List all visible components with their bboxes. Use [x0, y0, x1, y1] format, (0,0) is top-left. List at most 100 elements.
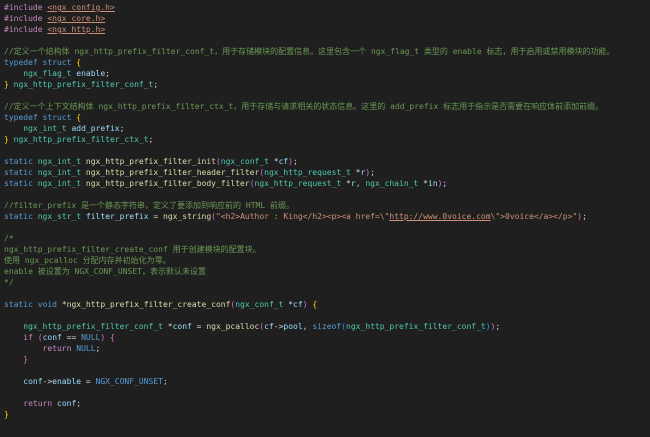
code-token: ; [293, 157, 298, 166]
code-token: in [427, 179, 438, 188]
code-token: * [57, 300, 67, 309]
code-token: cf [293, 300, 303, 309]
code-line[interactable] [0, 145, 650, 156]
code-token: { [76, 113, 82, 122]
code-token: conf [172, 322, 192, 331]
code-token: #include [4, 3, 48, 12]
code-line[interactable]: //定义一个上下文结构体 ngx_http_prefix_filter_ctx_… [0, 101, 650, 112]
code-line[interactable]: #include <ngx_config.h> [0, 2, 650, 13]
code-line[interactable]: ngx_http_prefix_filter_conf_t *conf = ng… [0, 321, 650, 332]
code-line[interactable]: if (conf == NULL) { [0, 332, 650, 343]
code-token: ; [148, 135, 154, 144]
code-line[interactable]: ngx_flag_t enable; [0, 68, 650, 79]
code-token: #include [4, 14, 48, 23]
code-token: ngx_http_request_t [254, 179, 342, 188]
code-line[interactable] [0, 35, 650, 46]
code-token: * [283, 300, 294, 309]
code-line[interactable] [0, 288, 650, 299]
code-line[interactable]: } [0, 409, 650, 420]
code-line[interactable]: /* [0, 233, 650, 244]
code-token: //定义一个结构体 ngx_http_prefix_filter_conf_t，… [4, 47, 615, 56]
code-token: -> [42, 377, 53, 386]
code-token: ngx_http_prefix_filter_init [85, 157, 216, 166]
code-token: ngx_http_prefix_filter_conf_t [346, 322, 486, 331]
code-editor[interactable]: #include <ngx_config.h> #include <ngx_cor… [0, 0, 650, 437]
code-token: ngx_http_prefix_filter_header_filter [85, 168, 260, 177]
code-token: } [23, 355, 29, 364]
code-line[interactable]: //filter_prefix 是一个静态字符串，定义了要添加到响应前的 HTM… [0, 200, 650, 211]
code-line[interactable] [0, 365, 650, 376]
code-token: = [191, 322, 207, 331]
code-token: NULL [76, 344, 96, 353]
code-token: ngx_int_t [37, 179, 82, 188]
code-token: ; [153, 80, 159, 89]
code-token: ngx_http_prefix_filter_create_conf [66, 300, 231, 309]
code-line[interactable]: } ngx_http_prefix_filter_ctx_t; [0, 134, 650, 145]
code-line[interactable]: enable 被设置为 NGX_CONF_UNSET，表示默认未设置 [0, 266, 650, 277]
code-token: { [110, 333, 115, 342]
code-line[interactable]: static ngx_int_t ngx_http_prefix_filter_… [0, 167, 650, 178]
code-token: struct [42, 113, 72, 122]
code-token: ngx_conf_t [220, 157, 269, 166]
code-token: ngx_chain_t [365, 179, 419, 188]
code-token: pool [283, 322, 303, 331]
code-token: NULL [81, 333, 101, 342]
code-token: struct [42, 58, 72, 67]
code-line[interactable]: 使用 ngx_pcalloc 分配内存并初始化为零。 [0, 255, 650, 266]
code-line[interactable]: static void *ngx_http_prefix_filter_crea… [0, 299, 650, 310]
code-line[interactable]: typedef struct { [0, 57, 650, 68]
code-token: * [341, 179, 351, 188]
code-token: "<h2>Author : King</h2><p><a href=\" [216, 212, 390, 221]
code-token: ; [76, 399, 82, 408]
code-token: == [61, 333, 82, 342]
code-token: cf [278, 157, 289, 166]
code-token: http://www.0voice.com [389, 212, 491, 221]
code-token: <ngx_http.h> [47, 25, 106, 34]
code-line[interactable]: } ngx_http_prefix_filter_conf_t; [0, 79, 650, 90]
code-line[interactable]: static ngx_int_t ngx_http_prefix_filter_… [0, 156, 650, 167]
code-line[interactable]: static ngx_str_t filter_prefix = ngx_str… [0, 211, 650, 222]
code-token: <ngx_config.h> [47, 3, 115, 12]
code-token: ngx_http_prefix_filter_conf_t [23, 322, 163, 331]
code-token: sizeof [312, 322, 342, 331]
code-token: ngx_int_t [37, 168, 82, 177]
code-token: return [42, 344, 72, 353]
code-token: <ngx_core.h> [47, 14, 106, 23]
code-token: //定义一个上下文结构体 ngx_http_prefix_filter_ctx_… [4, 102, 604, 111]
code-token: { [76, 58, 82, 67]
code-line[interactable] [0, 310, 650, 321]
code-line[interactable] [0, 222, 650, 233]
code-token: ngx_http_prefix_filter_body_filter [85, 179, 250, 188]
code-line[interactable]: return conf; [0, 398, 650, 409]
code-token: ; [105, 69, 110, 78]
code-line[interactable]: #include <ngx_core.h> [0, 13, 650, 24]
code-token: enable 被设置为 NGX_CONF_UNSET，表示默认未设置 [4, 267, 206, 276]
code-line[interactable]: */ [0, 277, 650, 288]
code-line[interactable]: ngx_int_t add_prefix; [0, 123, 650, 134]
code-line[interactable]: //定义一个结构体 ngx_http_prefix_filter_conf_t，… [0, 46, 650, 57]
code-token: ; [370, 168, 375, 177]
code-token: * [162, 322, 173, 331]
code-token: = [81, 377, 96, 386]
code-line[interactable]: typedef struct { [0, 112, 650, 123]
code-line[interactable]: conf->enable = NGX_CONF_UNSET; [0, 376, 650, 387]
code-token: ngx_http_prefix_filter_create_conf 用于创建模… [4, 245, 261, 254]
code-line[interactable]: #include <ngx_http.h> [0, 24, 650, 35]
code-token: cf [264, 322, 274, 331]
code-token: ngx_http_prefix_filter_conf_t [13, 80, 154, 89]
code-line[interactable] [0, 387, 650, 398]
code-token: ngx_int_t [23, 124, 67, 133]
code-token: void [37, 300, 57, 309]
code-token: ngx_flag_t [23, 69, 72, 78]
code-line[interactable] [0, 189, 650, 200]
code-line[interactable]: return NULL; [0, 343, 650, 354]
code-token: add_prefix [71, 124, 120, 133]
code-token: { [312, 300, 318, 309]
code-line[interactable]: static ngx_int_t ngx_http_prefix_filter_… [0, 178, 650, 189]
code-token: conf [42, 333, 62, 342]
code-line[interactable]: } [0, 354, 650, 365]
code-line[interactable]: ngx_http_prefix_filter_create_conf 用于创建模… [0, 244, 650, 255]
code-line[interactable] [0, 90, 650, 101]
code-token: static [4, 168, 33, 177]
